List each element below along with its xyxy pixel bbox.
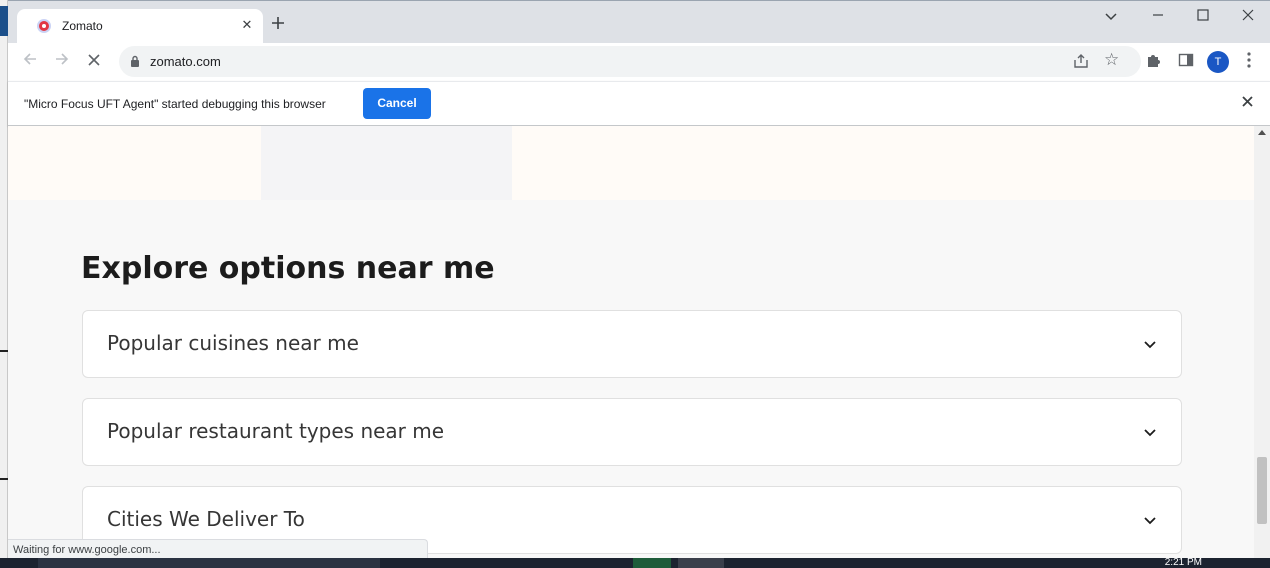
chevron-down-icon (1144, 517, 1156, 525)
infobar-close-button[interactable] (1238, 94, 1256, 112)
extensions-button[interactable] (1144, 52, 1164, 72)
accordion-label: Popular restaurant types near me (107, 419, 445, 443)
debugging-infobar: "Micro Focus UFT Agent" started debuggin… (8, 81, 1270, 126)
share-icon[interactable] (1072, 52, 1090, 70)
stop-icon (88, 54, 100, 66)
plus-icon (272, 17, 284, 29)
page-scrollbar[interactable] (1254, 126, 1270, 559)
cancel-debugging-button[interactable]: Cancel (363, 88, 431, 119)
maximize-icon (1197, 9, 1209, 21)
background-window-titlebar (0, 6, 8, 36)
kebab-menu-icon (1247, 52, 1251, 68)
minimize-icon (1153, 14, 1163, 16)
page-viewport: Explore options near me Popular cuisines… (8, 126, 1254, 559)
tab-strip: Zomato ✕ (8, 1, 1270, 43)
scrollbar-thumb[interactable] (1257, 457, 1267, 524)
background-divider (0, 478, 8, 480)
close-icon (1242, 9, 1254, 21)
bookmark-star-icon[interactable]: ☆ (1104, 50, 1119, 70)
close-icon (1241, 96, 1253, 107)
url-text: zomato.com (150, 54, 221, 69)
accordion-popular-cuisines[interactable]: Popular cuisines near me (82, 310, 1182, 378)
taskbar-app-active[interactable] (678, 558, 724, 568)
chevron-down-icon (1144, 429, 1156, 437)
scroll-up-arrow-icon[interactable] (1258, 130, 1266, 135)
close-window-button[interactable] (1233, 6, 1263, 26)
new-tab-button[interactable] (268, 14, 288, 34)
hero-band (8, 126, 1254, 200)
tab-title: Zomato (62, 19, 103, 33)
tab-zomato[interactable]: Zomato ✕ (17, 9, 263, 43)
taskbar-search[interactable] (38, 558, 380, 568)
side-panel-icon (1178, 53, 1194, 67)
browser-menu-button[interactable] (1241, 52, 1257, 72)
arrow-right-icon (56, 53, 69, 65)
section-title: Explore options near me (81, 251, 495, 286)
tab-close-icon[interactable]: ✕ (239, 17, 255, 33)
infobar-message: "Micro Focus UFT Agent" started debuggin… (24, 97, 326, 111)
taskbar: 2:21 PM (0, 558, 1270, 568)
maximize-button[interactable] (1188, 6, 1218, 26)
tab-search-button[interactable] (1096, 6, 1126, 26)
background-window-edge (0, 0, 8, 568)
accordion-label: Cities We Deliver To (107, 507, 305, 531)
zomato-favicon-icon (37, 19, 51, 33)
status-text: Waiting for www.google.com... (13, 544, 161, 556)
screen: Zomato ✕ zomato.com ☆ T "Micro Focus UFT… (0, 0, 1270, 568)
profile-avatar[interactable]: T (1207, 51, 1229, 73)
puzzle-icon (1148, 55, 1160, 67)
arrow-left-icon (23, 53, 36, 65)
browser-toolbar: zomato.com ☆ T (8, 43, 1270, 81)
minimize-button[interactable] (1143, 6, 1173, 26)
taskbar-app[interactable] (633, 558, 671, 568)
stop-loading-button[interactable] (83, 51, 105, 73)
lock-icon (131, 55, 139, 67)
accordion-restaurant-types[interactable]: Popular restaurant types near me (82, 398, 1182, 466)
taskbar-clock: 2:21 PM (1164, 558, 1202, 568)
back-button[interactable] (19, 51, 41, 73)
forward-button[interactable] (51, 51, 73, 73)
status-bubble: Waiting for www.google.com... (8, 539, 428, 559)
chevron-down-icon (1144, 341, 1156, 349)
accordion-label: Popular cuisines near me (107, 331, 359, 355)
hero-card-placeholder (261, 126, 512, 200)
address-bar[interactable]: zomato.com ☆ (119, 46, 1141, 77)
browser-window: Zomato ✕ zomato.com ☆ T "Micro Focus UFT… (8, 0, 1270, 559)
background-divider (0, 350, 8, 352)
side-panel-button[interactable] (1176, 52, 1196, 72)
chevron-down-icon (1105, 13, 1117, 21)
